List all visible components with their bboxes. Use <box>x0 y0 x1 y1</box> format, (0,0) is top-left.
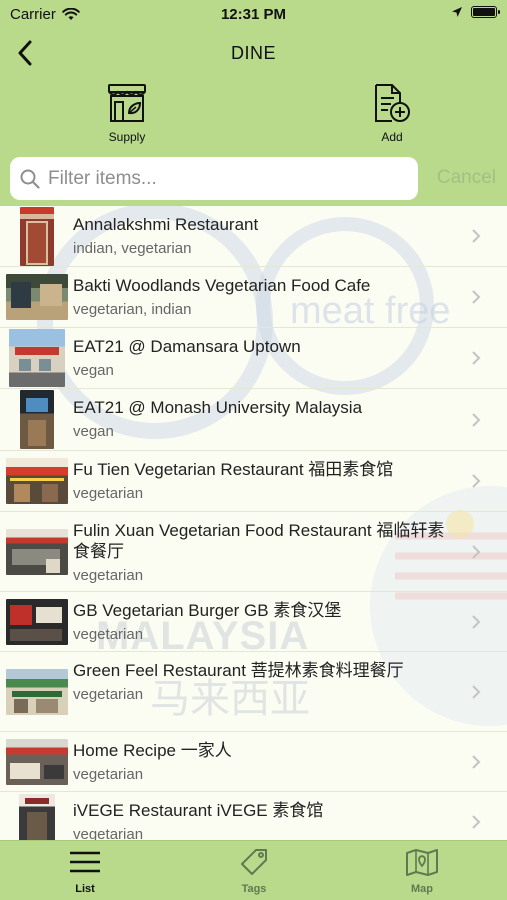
restaurant-tags: vegetarian <box>73 826 144 840</box>
list-item[interactable]: iVEGE Restaurant iVEGE 素食馆 vegetarian <box>0 792 507 840</box>
restaurant-tags: vegetarian <box>73 686 144 703</box>
chevron-right-icon <box>472 474 481 488</box>
search-field[interactable] <box>10 157 418 200</box>
add-button[interactable]: Add <box>342 80 442 144</box>
restaurant-name: Green Feel Restaurant 菩提林素食料理餐厅 <box>73 661 404 680</box>
chevron-right-icon <box>472 229 481 243</box>
list-item[interactable]: Home Recipe 一家人 vegetarian <box>0 732 507 792</box>
restaurant-tags: vegetarian <box>73 567 144 584</box>
page-title: DINE <box>230 43 276 63</box>
tab-tags[interactable]: Tags <box>214 845 294 895</box>
chevron-right-icon <box>472 754 481 769</box>
chevron-right-icon <box>472 290 481 304</box>
supply-button[interactable]: Supply <box>77 80 177 144</box>
search-bar: Cancel <box>0 155 507 205</box>
list-item[interactable]: EAT21 @ Monash University Malaysia vegan <box>0 389 507 451</box>
restaurant-name: GB Vegetarian Burger GB 素食汉堡 <box>73 601 342 620</box>
restaurant-tags: vegetarian <box>73 485 144 502</box>
header: Carrier 12:31 PM DINE Supply Add Filter … <box>0 0 507 206</box>
restaurant-name: iVEGE Restaurant iVEGE 素食馆 <box>73 801 324 820</box>
list-item[interactable]: EAT21 @ Damansara Uptown vegan <box>0 328 507 389</box>
restaurant-photo <box>6 598 68 645</box>
restaurant-photo <box>19 794 55 840</box>
restaurant-name: Home Recipe 一家人 <box>73 741 232 760</box>
tab-map-label: Map <box>411 883 433 895</box>
chevron-right-icon <box>472 815 481 829</box>
supply-label: Supply <box>108 130 146 144</box>
location-arrow-icon <box>452 7 462 17</box>
restaurant-photo <box>6 738 68 785</box>
tab-list[interactable]: List <box>45 845 125 895</box>
add-document-icon <box>375 84 410 122</box>
list-item[interactable]: GB Vegetarian Burger GB 素食汉堡 vegetarian <box>0 592 507 652</box>
battery-icon <box>471 6 500 18</box>
tag-icon <box>241 849 267 875</box>
navigation-bar: DINE <box>0 34 507 74</box>
restaurant-photo <box>20 390 54 449</box>
tab-tags-label: Tags <box>241 883 267 895</box>
list-item[interactable]: Fulin Xuan Vegetarian Food Restaurant 福临… <box>0 512 507 592</box>
list-item[interactable]: Bakti Woodlands Vegetarian Food Cafe veg… <box>0 267 507 328</box>
restaurant-tags: indian, vegetarian <box>73 240 192 257</box>
chevron-right-icon <box>472 614 481 629</box>
restaurant-name: EAT21 @ Damansara Uptown <box>73 337 301 356</box>
restaurant-list[interactable]: meat free MALAYSIA 马来西亚 Annalakshmi Rest… <box>0 206 507 840</box>
search-input[interactable] <box>48 167 388 190</box>
restaurant-tags: vegetarian <box>73 626 144 643</box>
tab-list-label: List <box>75 883 95 895</box>
restaurant-photo <box>6 668 68 715</box>
restaurant-tags: vegan <box>73 362 114 379</box>
list-item[interactable]: Fu Tien Vegetarian Restaurant 福田素食馆 vege… <box>0 451 507 512</box>
toolbar: Supply Add <box>0 80 507 150</box>
cancel-button[interactable]: Cancel <box>437 167 496 189</box>
restaurant-name: Fulin Xuan Vegetarian Food Restaurant 福临… <box>73 521 445 561</box>
restaurant-photo <box>20 206 54 266</box>
map-icon <box>406 849 438 876</box>
restaurant-tags: vegetarian <box>73 766 144 783</box>
status-bar: Carrier 12:31 PM <box>0 4 507 26</box>
clock: 12:31 PM <box>220 6 287 23</box>
search-icon <box>20 169 40 189</box>
storefront-leaf-icon <box>108 84 146 122</box>
restaurant-photo <box>9 329 65 387</box>
restaurant-name: EAT21 @ Monash University Malaysia <box>73 398 363 417</box>
chevron-right-icon <box>472 544 481 559</box>
restaurant-photo <box>6 274 68 320</box>
chevron-right-icon <box>472 351 481 365</box>
list-item[interactable]: Green Feel Restaurant 菩提林素食料理餐厅 vegetari… <box>0 652 507 732</box>
restaurant-name: Annalakshmi Restaurant <box>73 215 259 234</box>
restaurant-tags: vegetarian, indian <box>73 301 192 318</box>
restaurant-photo <box>6 528 68 575</box>
restaurant-name: Fu Tien Vegetarian Restaurant 福田素食馆 <box>73 460 394 479</box>
list-icon <box>70 851 100 873</box>
tab-map[interactable]: Map <box>382 845 462 895</box>
chevron-right-icon <box>472 684 481 699</box>
restaurant-photo <box>6 458 68 504</box>
tab-bar: List Tags Map <box>0 840 507 900</box>
restaurant-name: Bakti Woodlands Vegetarian Food Cafe <box>73 276 371 295</box>
restaurant-tags: vegan <box>73 423 114 440</box>
list-item[interactable]: Annalakshmi Restaurant indian, vegetaria… <box>0 206 507 267</box>
chevron-right-icon <box>472 412 481 427</box>
add-label: Add <box>381 130 403 144</box>
